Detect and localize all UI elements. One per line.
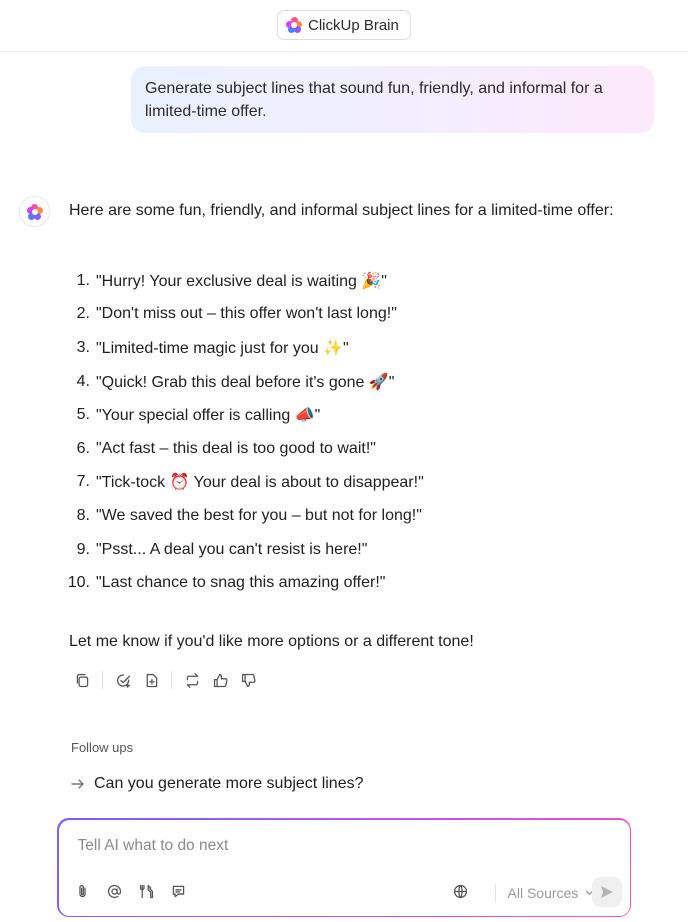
- list-item-number: 10.: [67, 574, 90, 592]
- list-item-text: "Psst... A deal you can't resist is here…: [96, 540, 368, 558]
- followup-suggestion[interactable]: Can you generate more subject lines?: [70, 775, 364, 793]
- list-item-text: "Tick-tock ⏰ Your deal is about to disap…: [96, 474, 424, 492]
- thumbs-down-icon: [241, 673, 256, 687]
- tools-icon: [139, 884, 154, 899]
- list-item-number: 5.: [76, 406, 90, 424]
- send-button[interactable]: [591, 876, 622, 907]
- list-item: 3. "Limited-time magic just for you ✨": [66, 331, 626, 365]
- list-item-number: 4.: [76, 372, 90, 390]
- ai-avatar: [19, 196, 50, 227]
- list-item: 5. "Your special offer is calling 📣": [66, 398, 626, 432]
- app-title-button[interactable]: ClickUp Brain: [277, 10, 411, 40]
- regenerate-button[interactable]: [182, 670, 202, 690]
- list-item-text: "We saved the best for you – but not for…: [96, 506, 422, 524]
- list-item: 2. "Don't miss out – this offer won't las…: [66, 298, 626, 332]
- list-item: 8. "We saved the best for you – but not f…: [66, 499, 626, 533]
- tools-button[interactable]: [137, 882, 157, 902]
- followup-text: Can you generate more subject lines?: [94, 775, 364, 792]
- ai-response-intro: Here are some fun, friendly, and informa…: [69, 202, 614, 219]
- list-item-text: "Limited-time magic just for you ✨": [96, 339, 349, 357]
- response-actions: [72, 669, 266, 691]
- attach-icon: [79, 884, 86, 898]
- thumbs-up-button[interactable]: [210, 670, 230, 690]
- web-search-button[interactable]: [451, 882, 471, 902]
- list-item-text: "Last chance to snag this amazing offer!…: [96, 574, 386, 592]
- list-item: 4. "Quick! Grab this deal before it's gon…: [66, 365, 626, 399]
- list-item: 1. "Hurry! Your exclusive deal is waiting…: [66, 264, 626, 298]
- list-item: 9. "Psst... A deal you can't resist is he…: [66, 533, 626, 567]
- list-item-number: 9.: [76, 540, 90, 558]
- globe-icon: [453, 884, 468, 899]
- list-item-text: "Act fast – this deal is too good to wai…: [96, 439, 376, 457]
- app-title: ClickUp Brain: [308, 16, 399, 34]
- create-task-icon: [116, 673, 130, 688]
- list-item-text: "Quick! Grab this deal before it's gone …: [96, 373, 395, 391]
- list-item-text: "Your special offer is calling 📣": [96, 407, 321, 425]
- arrow-right-icon: [71, 779, 84, 789]
- list-item-number: 2.: [76, 305, 90, 323]
- mention-icon: [107, 884, 122, 899]
- sources-dropdown[interactable]: All Sources: [494, 883, 596, 902]
- prompt-template-button[interactable]: [169, 882, 189, 902]
- user-message-text: Generate subject lines that sound fun, f…: [145, 80, 603, 120]
- divider: [494, 883, 496, 902]
- list-item-number: 8.: [76, 506, 90, 524]
- user-message-bubble: Generate subject lines that sound fun, f…: [131, 66, 654, 133]
- divider: [171, 671, 172, 689]
- divider: [102, 671, 103, 689]
- list-item-number: 3.: [76, 338, 90, 356]
- clickup-brain-logo-icon: [286, 17, 302, 33]
- sources-label: All Sources: [507, 884, 579, 901]
- composer-inner: All Sources: [58, 819, 630, 916]
- list-item-number: 6.: [76, 439, 90, 457]
- prompt-input[interactable]: [77, 833, 598, 858]
- clickup-brain-logo-icon: [26, 203, 43, 220]
- create-task-button[interactable]: [113, 670, 133, 690]
- list-item: 10. "Last chance to snag this amazing off…: [66, 566, 626, 600]
- top-bar: ClickUp Brain: [0, 0, 688, 52]
- add-doc-button[interactable]: [141, 670, 161, 690]
- composer: All Sources: [57, 818, 631, 917]
- send-icon: [600, 885, 613, 898]
- list-item-text: "Hurry! Your exclusive deal is waiting 🎉…: [96, 272, 387, 290]
- list-item: 6. "Act fast – this deal is too good to w…: [66, 432, 626, 466]
- prompt-template-icon: [172, 885, 185, 898]
- list-item-number: 1.: [76, 271, 90, 289]
- thumbs-up-icon: [213, 673, 228, 687]
- mention-button[interactable]: [105, 882, 125, 902]
- attach-button[interactable]: [73, 882, 93, 902]
- add-doc-icon: [146, 673, 157, 687]
- list-item: 7. "Tick-tock ⏰ Your deal is about to dis…: [66, 466, 626, 500]
- list-item-text: "Don't miss out – this offer won't last …: [96, 305, 397, 323]
- copy-button[interactable]: [72, 670, 92, 690]
- copy-icon: [76, 673, 88, 687]
- list-item-number: 7.: [76, 473, 90, 491]
- regenerate-icon: [186, 672, 198, 688]
- followups-label: Follow ups: [71, 740, 134, 755]
- ai-response-outro: Let me know if you'd like more options o…: [69, 633, 474, 650]
- thumbs-down-button[interactable]: [238, 670, 258, 690]
- subject-lines-list: 1. "Hurry! Your exclusive deal is waiting…: [66, 264, 626, 600]
